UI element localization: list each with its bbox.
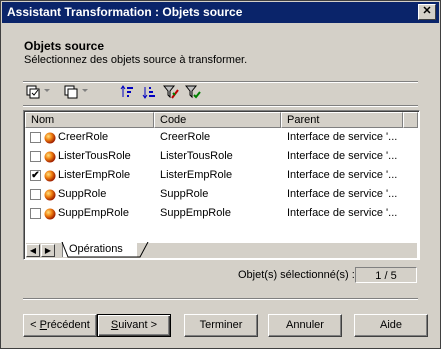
wizard-window: Assistant Transformation : Objets source… — [0, 0, 441, 349]
next-button[interactable]: Suivant > — [97, 314, 171, 337]
sort-ascending-button[interactable] — [117, 83, 137, 101]
tab-scroll-left[interactable]: ◀ — [26, 244, 40, 257]
cell-name: ListerTousRole — [58, 150, 131, 162]
selection-count-label: Objet(s) sélectionné(s) : — [238, 269, 355, 281]
cell-code: CreerRole — [160, 131, 211, 143]
window-title: Assistant Transformation : Objets source — [7, 5, 243, 19]
select-all-button[interactable] — [23, 83, 43, 101]
cell-parent: Interface de service '... — [287, 169, 398, 181]
toolbar-divider — [23, 105, 418, 107]
select-all-icon — [26, 85, 40, 99]
close-icon: ✕ — [422, 5, 432, 17]
table-row[interactable]: CreerRole CreerRole Interface de service '… — [26, 129, 417, 148]
operation-icon — [44, 189, 56, 201]
selection-count-value: 1 / 5 — [355, 267, 417, 283]
cell-parent: Interface de service '... — [287, 150, 398, 162]
tab-outline — [61, 242, 149, 258]
sort-ascending-icon — [120, 85, 133, 97]
cell-name: CreerRole — [58, 131, 109, 143]
row-checkbox[interactable] — [30, 189, 41, 200]
operation-icon — [44, 170, 56, 182]
tab-strip: ◀ ▶ Opérations — [26, 242, 417, 258]
operation-icon — [44, 132, 56, 144]
table-row[interactable]: ✔ ListerEmpRole ListerEmpRole Interface de … — [26, 167, 417, 186]
row-checkbox[interactable] — [30, 208, 41, 219]
table-row[interactable]: SuppEmpRole SuppEmpRole Interface de servi… — [26, 205, 417, 224]
cell-name: SuppRole — [58, 188, 107, 200]
cell-code: ListerTousRole — [160, 150, 233, 162]
table-row[interactable]: ListerTousRole ListerTousRole Interface de… — [26, 148, 417, 167]
cell-name: ListerEmpRole — [58, 169, 131, 181]
operation-icon — [44, 151, 56, 163]
cell-parent: Interface de service '... — [287, 131, 398, 143]
column-header-name[interactable]: Nom — [25, 112, 154, 128]
cell-name: SuppEmpRole — [58, 207, 129, 219]
cell-code: SuppEmpRole — [160, 207, 231, 219]
cell-parent: Interface de service '... — [287, 207, 398, 219]
row-checkbox[interactable]: ✔ — [30, 170, 41, 181]
arrow-right-icon: ▶ — [44, 246, 52, 255]
operation-icon — [44, 208, 56, 220]
page-subtitle: Sélectionnez des objets source à transfo… — [24, 54, 248, 66]
back-label: récédent — [47, 319, 90, 331]
select-dropdown-caret[interactable] — [44, 89, 50, 92]
include-subobjects-icon — [185, 85, 201, 99]
deselect-icon — [64, 85, 78, 99]
cell-parent: Interface de service '... — [287, 188, 398, 200]
help-button[interactable]: Aide — [354, 314, 428, 337]
finish-button[interactable]: Terminer — [184, 314, 258, 337]
deselect-dropdown-caret[interactable] — [82, 89, 88, 92]
column-header-filler — [403, 112, 418, 128]
arrow-left-icon: ◀ — [29, 246, 37, 255]
close-button[interactable]: ✕ — [418, 4, 436, 20]
sort-descending-icon — [142, 87, 155, 99]
row-checkbox[interactable] — [30, 151, 41, 162]
title-bar[interactable]: Assistant Transformation : Objets source… — [2, 2, 439, 23]
next-label: uivant — [118, 319, 148, 331]
filter-button[interactable] — [161, 83, 181, 101]
column-header-parent[interactable]: Parent — [281, 112, 403, 128]
back-button[interactable]: < Précédent — [23, 314, 97, 337]
tab-scroll-right[interactable]: ▶ — [41, 244, 55, 257]
back-prefix: < — [30, 319, 40, 331]
cell-code: ListerEmpRole — [160, 169, 233, 181]
toolbar — [23, 83, 413, 103]
sort-descending-button[interactable] — [139, 83, 159, 101]
back-mnemonic: P — [39, 319, 47, 331]
cell-code: SuppRole — [160, 188, 209, 200]
footer-divider — [23, 298, 418, 300]
next-suffix: > — [147, 319, 158, 331]
column-header-code[interactable]: Code — [154, 112, 281, 128]
filter-icon — [163, 85, 179, 99]
cancel-button[interactable]: Annuler — [268, 314, 342, 337]
wizard-header: Objets source Sélectionnez des objets so… — [2, 23, 439, 79]
page-title: Objets source — [24, 39, 105, 53]
deselect-button[interactable] — [61, 83, 81, 101]
include-subobjects-button[interactable] — [183, 83, 203, 101]
table-row[interactable]: SuppRole SuppRole Interface de service '..… — [26, 186, 417, 205]
source-objects-grid: Nom Code Parent CreerRole CreerRole Interf… — [23, 110, 420, 260]
row-checkbox[interactable] — [30, 132, 41, 143]
